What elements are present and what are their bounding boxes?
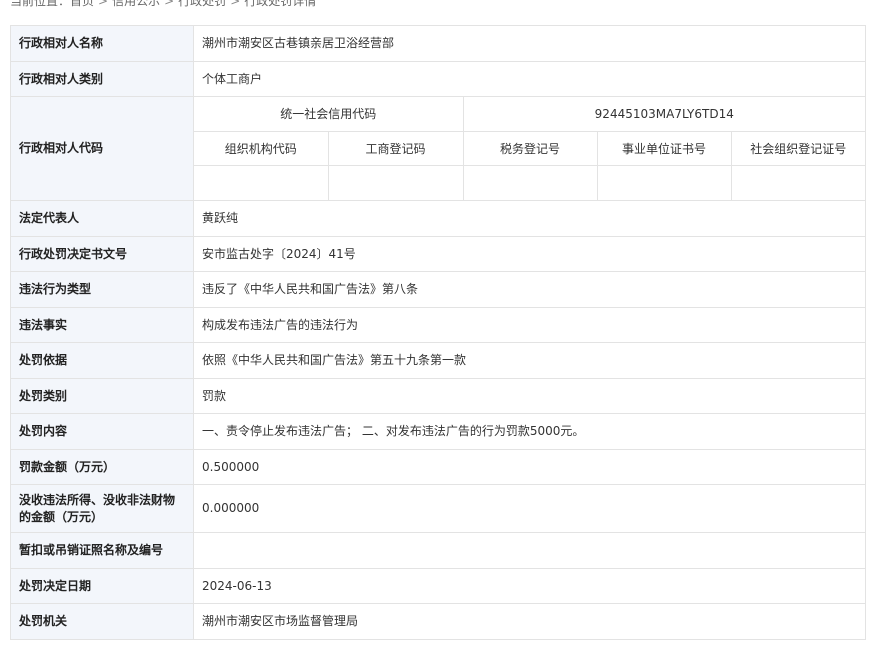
label-penalty-type: 处罚类别 [10, 378, 194, 414]
social-org-value [730, 164, 865, 200]
value-basis: 依照《中华人民共和国广告法》第五十九条第一款 [193, 342, 866, 379]
tax-reg-header: 税务登记号 [462, 130, 598, 166]
breadcrumb-credit-link[interactable]: 信用公示 [112, 0, 160, 8]
uscc-value: 92445103MA7LY6TD14 [462, 97, 865, 132]
label-code: 行政相对人代码 [10, 96, 194, 201]
value-fine-amount: 0.500000 [193, 449, 866, 485]
institution-cert-header: 事业单位证书号 [596, 130, 732, 166]
table-row: 处罚机关 潮州市潮安区市场监督管理局 [10, 603, 866, 640]
value-decision-date: 2024-06-13 [193, 568, 866, 604]
value-violation-type: 违反了《中华人民共和国广告法》第八条 [193, 271, 866, 308]
label-confiscation-amount: 没收违法所得、没收非法财物的金额（万元） [10, 484, 194, 533]
table-row: 行政相对人名称 潮州市潮安区古巷镇亲居卫浴经营部 [10, 25, 866, 62]
code-subtable: 统一社会信用代码 92445103MA7LY6TD14 组织机构代码 工商登记码… [194, 97, 865, 200]
table-row: 违法事实 构成发布违法广告的违法行为 [10, 307, 866, 343]
org-code-header: 组织机构代码 [194, 130, 329, 166]
label-penalty-content: 处罚内容 [10, 413, 194, 450]
table-row: 行政相对人代码 统一社会信用代码 92445103MA7LY6TD14 组织机构… [10, 96, 866, 201]
table-row: 法定代表人 黄跃纯 [10, 200, 866, 237]
breadcrumb-current: 行政处罚详情 [244, 0, 317, 8]
tax-reg-value [462, 164, 598, 200]
uscc-label: 统一社会信用代码 [194, 97, 464, 132]
value-category: 个体工商户 [193, 61, 866, 97]
label-authority: 处罚机关 [10, 603, 194, 640]
value-violation-fact: 构成发布违法广告的违法行为 [193, 307, 866, 343]
label-doc-no: 行政处罚决定书文号 [10, 236, 194, 272]
value-license-revoked [193, 532, 866, 569]
table-row: 没收违法所得、没收非法财物的金额（万元） 0.000000 [10, 484, 866, 533]
label-category: 行政相对人类别 [10, 61, 194, 97]
value-legal-rep: 黄跃纯 [193, 200, 866, 237]
value-doc-no: 安市监古处字〔2024〕41号 [193, 236, 866, 272]
label-violation-fact: 违法事实 [10, 307, 194, 343]
table-row: 处罚内容 一、责令停止发布违法广告； 二、对发布违法广告的行为罚款5000元。 [10, 413, 866, 450]
breadcrumb-penalty-link[interactable]: 行政处罚 [178, 0, 226, 8]
business-reg-header: 工商登记码 [327, 130, 464, 166]
breadcrumb: 当前位置：首页 > 信用公示 > 行政处罚 > 行政处罚详情 [10, 0, 316, 10]
breadcrumb-prefix: 当前位置： [10, 0, 71, 8]
table-row: 处罚依据 依照《中华人民共和国广告法》第五十九条第一款 [10, 342, 866, 379]
table-row: 行政相对人类别 个体工商户 [10, 61, 866, 97]
table-row: 罚款金额（万元） 0.500000 [10, 449, 866, 485]
label-license-revoked: 暂扣或吊销证照名称及编号 [10, 532, 194, 569]
code-row-uscc: 统一社会信用代码 92445103MA7LY6TD14 [194, 97, 865, 132]
value-authority: 潮州市潮安区市场监督管理局 [193, 603, 866, 640]
value-confiscation-amount: 0.000000 [193, 484, 866, 533]
table-row: 处罚决定日期 2024-06-13 [10, 568, 866, 604]
penalty-detail-table: 行政相对人名称 潮州市潮安区古巷镇亲居卫浴经营部 行政相对人类别 个体工商户 行… [10, 25, 866, 640]
breadcrumb-home-link[interactable]: 首页 [70, 0, 94, 8]
table-row: 行政处罚决定书文号 安市监古处字〔2024〕41号 [10, 236, 866, 272]
value-penalty-content: 一、责令停止发布违法广告； 二、对发布违法广告的行为罚款5000元。 [193, 413, 866, 450]
breadcrumb-separator: > [164, 0, 175, 8]
org-code-value [194, 164, 329, 200]
code-row-values [194, 164, 865, 200]
social-org-header: 社会组织登记证号 [730, 130, 865, 166]
breadcrumb-separator: > [230, 0, 241, 8]
label-name: 行政相对人名称 [10, 25, 194, 62]
table-row: 处罚类别 罚款 [10, 378, 866, 414]
label-violation-type: 违法行为类型 [10, 271, 194, 308]
label-fine-amount: 罚款金额（万元） [10, 449, 194, 485]
institution-cert-value [596, 164, 732, 200]
table-row: 违法行为类型 违反了《中华人民共和国广告法》第八条 [10, 271, 866, 308]
code-cell: 统一社会信用代码 92445103MA7LY6TD14 组织机构代码 工商登记码… [193, 96, 866, 201]
breadcrumb-separator: > [98, 0, 109, 8]
code-row-headers: 组织机构代码 工商登记码 税务登记号 事业单位证书号 社会组织登记证号 [194, 130, 865, 166]
label-basis: 处罚依据 [10, 342, 194, 379]
value-penalty-type: 罚款 [193, 378, 866, 414]
value-name: 潮州市潮安区古巷镇亲居卫浴经营部 [193, 25, 866, 62]
business-reg-value [327, 164, 464, 200]
label-decision-date: 处罚决定日期 [10, 568, 194, 604]
table-row: 暂扣或吊销证照名称及编号 [10, 532, 866, 569]
label-legal-rep: 法定代表人 [10, 200, 194, 237]
